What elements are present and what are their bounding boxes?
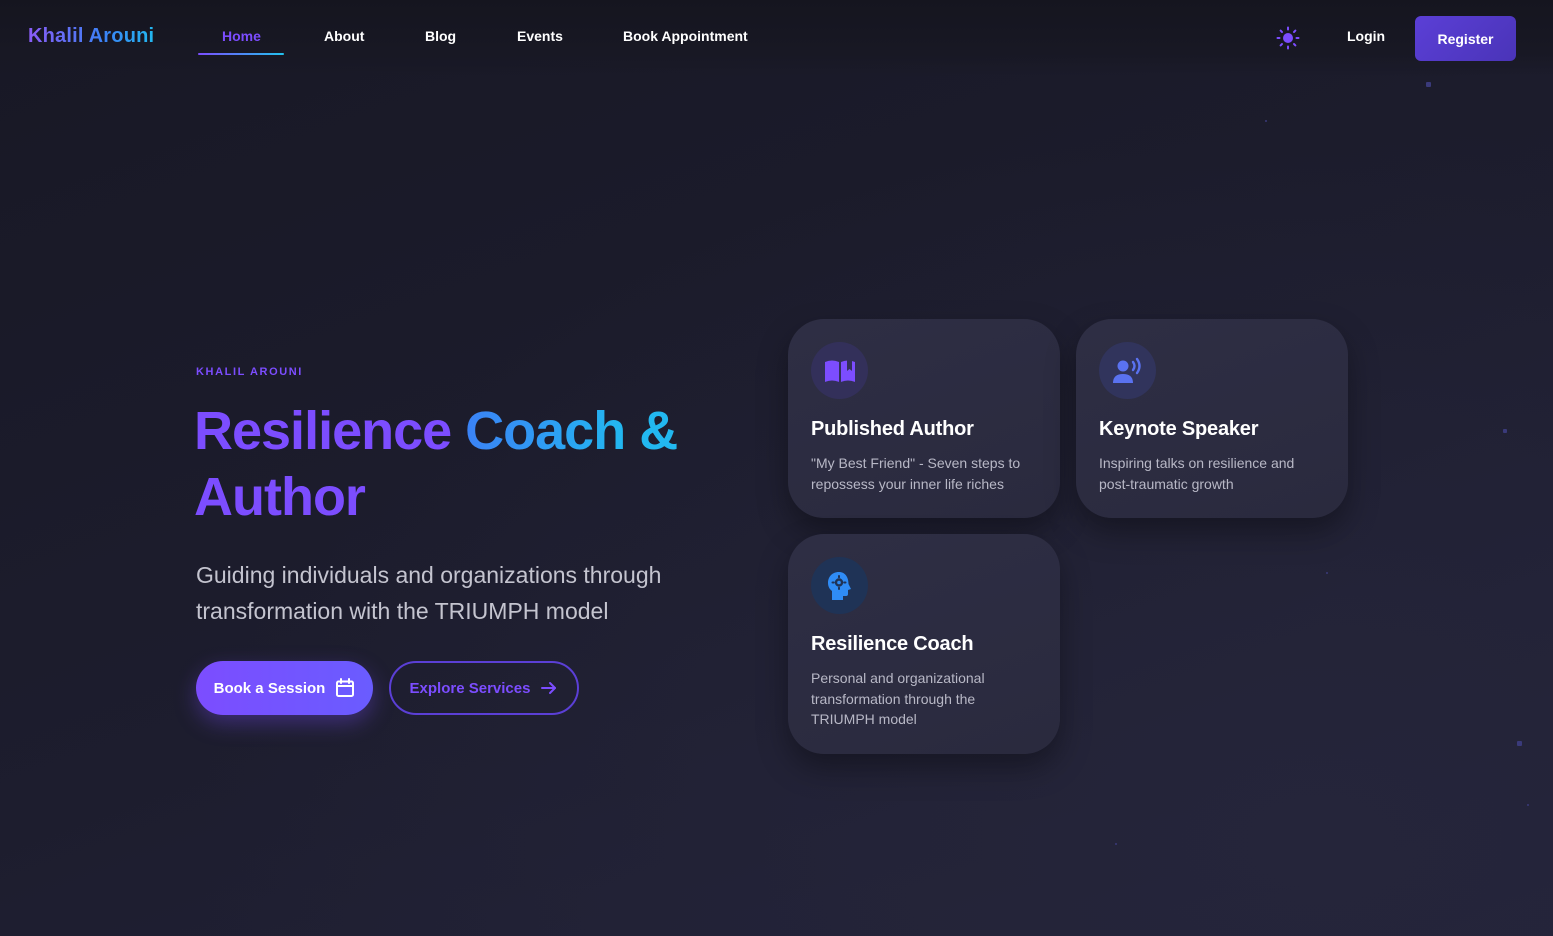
card-title: Keynote Speaker: [1099, 418, 1259, 440]
hero-title-author: Author: [194, 467, 366, 527]
arrow-right-icon: [541, 682, 557, 694]
speaker-icon: [1112, 357, 1141, 383]
hero-subtitle: Guiding individuals and organizations th…: [196, 562, 662, 624]
theme-toggle-button[interactable]: [1276, 26, 1300, 50]
hero-title: Resilience Coach & Author: [194, 398, 714, 530]
nav-home[interactable]: Home: [222, 28, 261, 44]
book-session-label: Book a Session: [213, 679, 326, 697]
card-published-author: Published Author "My Best Friend" - Seve…: [788, 319, 1060, 518]
explore-services-button[interactable]: Explore Services: [389, 661, 579, 715]
head-gear-icon: [827, 571, 851, 600]
hero-title-ampersand: &: [639, 401, 678, 461]
nav-active-indicator: [198, 53, 284, 55]
book-session-button[interactable]: Book a Session: [196, 661, 373, 715]
card-icon-wrapper: [811, 342, 868, 399]
explore-services-label: Explore Services: [409, 679, 531, 697]
background-star: [1503, 429, 1507, 433]
background-star: [1517, 741, 1522, 746]
background-star: [1265, 120, 1267, 122]
book-icon: [824, 358, 855, 382]
hero-eyebrow: KHALIL AROUNI: [196, 366, 303, 378]
background-star: [1527, 804, 1529, 806]
sun-icon: [1276, 26, 1300, 50]
card-description: "My Best Friend" - Seven steps to reposs…: [811, 455, 1021, 492]
hero-title-coach: Coach: [465, 401, 626, 461]
top-navbar: Khalil Arouni Home About Blog Events Boo…: [0, 0, 1553, 76]
background-star: [1326, 572, 1328, 574]
background-star: [1115, 843, 1117, 845]
card-resilience-coach: Resilience Coach Personal and organizati…: [788, 534, 1060, 754]
card-description: Inspiring talks on resilience and post-t…: [1099, 455, 1295, 492]
card-description: Personal and organizational transformati…: [811, 670, 985, 727]
card-title: Published Author: [811, 418, 974, 440]
background-star: [1426, 82, 1431, 87]
card-keynote-speaker: Keynote Speaker Inspiring talks on resil…: [1076, 319, 1348, 518]
brand-logo[interactable]: Khalil Arouni: [28, 25, 154, 48]
hero-title-resilience: Resilience: [194, 401, 452, 461]
nav-events[interactable]: Events: [517, 28, 563, 44]
card-icon-wrapper: [811, 557, 868, 614]
card-title: Resilience Coach: [811, 633, 974, 655]
nav-blog[interactable]: Blog: [425, 28, 456, 44]
login-link[interactable]: Login: [1347, 28, 1385, 44]
nav-book-appointment[interactable]: Book Appointment: [623, 28, 748, 44]
register-button[interactable]: Register: [1415, 16, 1516, 61]
card-icon-wrapper: [1099, 342, 1156, 399]
nav-about[interactable]: About: [324, 28, 364, 44]
calendar-icon: [336, 678, 355, 697]
